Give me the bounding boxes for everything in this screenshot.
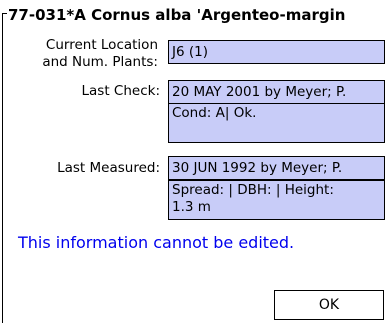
last-measured-value-field: 30 JUN 1992 by Meyer; P. [168, 156, 385, 180]
dialog-frame-border [2, 13, 3, 323]
location-label-line2: and Num. Plants: [42, 54, 158, 70]
read-only-notice: This information cannot be edited. [18, 233, 295, 252]
last-check-label: Last Check: [81, 83, 161, 99]
last-measured-label: Last Measured: [57, 160, 160, 176]
measurements-line1: Spread: | DBH: | Height: [172, 182, 334, 198]
location-value-field: J6 (1) [168, 40, 385, 64]
measurements-field: Spread: | DBH: | Height: 1.3 m [168, 180, 385, 220]
ok-button[interactable]: OK [274, 290, 384, 320]
dialog-title: 77-031*A Cornus alba 'Argenteo-margin [8, 6, 346, 24]
location-label-line1: Current Location [45, 37, 158, 53]
location-label: Current Location and Num. Plants: [10, 37, 158, 71]
measurements-line2: 1.3 m [172, 199, 211, 215]
last-check-value-field: 20 MAY 2001 by Meyer; P. [168, 80, 385, 104]
plant-info-dialog: 77-031*A Cornus alba 'Argenteo-margin Cu… [0, 0, 389, 323]
condition-field: Cond: A| Ok. [168, 103, 385, 143]
